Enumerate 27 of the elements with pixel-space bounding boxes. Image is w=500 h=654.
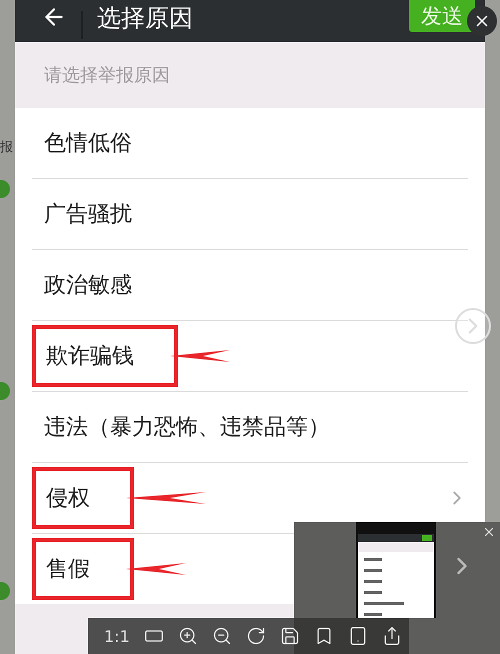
close-button[interactable]	[467, 6, 497, 36]
reason-item[interactable]: 违法（暴力恐怖、违禁品等）	[32, 392, 468, 463]
reason-item[interactable]: 广告骚扰	[32, 179, 468, 250]
close-icon[interactable]	[482, 525, 496, 539]
reason-label: 色情低俗	[44, 130, 132, 158]
reason-label: 广告骚扰	[44, 201, 132, 229]
next-button[interactable]	[455, 308, 491, 344]
reason-label: 违法（暴力恐怖、违禁品等）	[44, 414, 330, 442]
actual-size-button[interactable]: 1:1	[104, 626, 130, 646]
section-header-text: 请选择举报原因	[44, 64, 170, 87]
reason-item[interactable]: 欺诈骗钱	[32, 321, 468, 392]
reason-label: 欺诈骗钱	[46, 343, 134, 371]
screen-title: 选择原因	[97, 3, 194, 34]
thumbnail-drawing[interactable]	[356, 522, 436, 618]
reason-label: 政治敏感	[44, 272, 132, 300]
zoom-out-icon[interactable]	[212, 626, 232, 646]
reason-item[interactable]: 售假	[32, 534, 468, 604]
reason-item[interactable]: 政治敏感	[32, 250, 468, 321]
zoom-in-icon[interactable]	[178, 626, 198, 646]
save-icon[interactable]	[280, 626, 300, 646]
side-label: 报	[0, 139, 14, 156]
reason-label: 售假	[46, 556, 90, 584]
reason-item[interactable]: 色情低俗	[32, 108, 468, 179]
share-icon[interactable]	[382, 626, 402, 646]
tablet-icon[interactable]	[348, 626, 368, 646]
rotate-icon[interactable]	[246, 626, 266, 646]
reason-label: 侵权	[46, 485, 90, 513]
